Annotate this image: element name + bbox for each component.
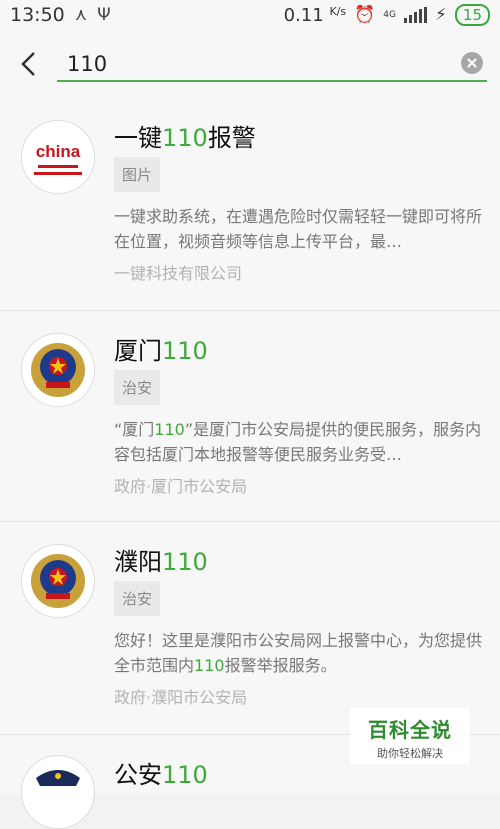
result-title: 一键110报警 [114,118,256,153]
result-item[interactable]: china 一键110报警 图片 一键求助系统，在遭遇危险时仅需轻轻一键即可将所… [0,98,500,311]
network-type: 4G [383,9,396,20]
result-desc-highlight: 110 [194,656,225,675]
search-bar [0,32,500,98]
result-item[interactable]: 濮阳110 治安 您好！这里是濮阳市公安局网上报警中心，为您提供全市范围内110… [0,522,500,735]
result-title: 公安110 [114,755,208,790]
result-item[interactable]: 厦门110 治安 “厦门110”是厦门市公安局提供的便民服务，服务内容包括厦门本… [0,311,500,522]
result-title-prefix: 一键 [114,124,162,152]
police-officer-icon [24,758,92,826]
status-bar: 13:50 ⋏ Ψ 0.11 K/s ⏰ 4G ⚡ 15 [0,0,500,32]
result-desc-suffix: 报警举报服务。 [224,656,337,675]
clear-icon [467,58,477,68]
result-description: 一键求助系统，在遭遇危险时仅需轻轻一键即可将所在位置，视频音频等信息上传平台，最… [114,204,484,254]
result-source: 政府·厦门市公安局 [114,477,248,496]
alarm-icon: ⏰ [354,5,376,25]
result-desc-highlight: 110 [154,420,185,439]
result-title-prefix: 厦门 [114,337,162,365]
share-icon: ⋏ [74,5,88,25]
svg-text:china: china [36,142,81,161]
police-badge-icon [24,336,92,404]
result-desc-prefix: “厦门 [114,420,155,439]
result-title-highlight: 110 [162,761,208,789]
network-speed: 0.11 K/s [284,5,346,26]
back-button[interactable] [16,48,44,80]
search-input[interactable] [57,48,487,82]
result-title-prefix: 公安 [114,761,162,789]
clear-search-button[interactable] [461,52,483,74]
chevron-left-icon [21,52,35,76]
result-desc-prefix: 一键求助系统，在遭遇危险时仅需轻轻一键即可将所在位置，视频音频等信息上传平台，最… [114,207,483,251]
signal-icon [403,7,427,23]
avatar: china [21,120,95,194]
status-right: 0.11 K/s ⏰ 4G ⚡ 15 [284,4,490,26]
result-description: 您好！这里是濮阳市公安局网上报警中心，为您提供全市范围内110报警举报服务。 [114,628,484,678]
result-source: 政府·濮阳市公安局 [114,688,248,707]
china-logo-icon: china [22,121,94,193]
result-title-prefix: 濮阳 [114,548,162,576]
watermark-logo: 百科全说 助你轻松解决 [350,708,470,764]
category-tag: 治安 [114,581,161,616]
battery-indicator: 15 [454,4,490,26]
status-time: 13:50 [10,4,65,26]
usb-icon: Ψ [97,5,111,25]
result-title-suffix: 报警 [207,124,256,152]
avatar [21,544,95,618]
avatar [21,755,95,829]
results-list: china 一键110报警 图片 一键求助系统，在遭遇危险时仅需轻轻一键即可将所… [0,98,500,829]
watermark-title: 百科全说 [368,718,452,742]
category-tag: 图片 [114,157,161,192]
charging-icon: ⚡ [434,5,447,25]
watermark-subtitle: 助你轻松解决 [377,747,443,760]
category-tag: 治安 [114,370,161,405]
result-description: “厦门110”是厦门市公安局提供的便民服务，服务内容包括厦门本地报警等便民服务业… [114,417,484,467]
result-title: 厦门110 [114,331,208,366]
network-speed-unit: K/s [329,4,347,18]
result-title-highlight: 110 [162,337,208,365]
result-source: 一键科技有限公司 [114,264,243,283]
network-speed-value: 0.11 [283,4,324,26]
result-title: 濮阳110 [114,542,208,577]
result-title-highlight: 110 [162,548,208,576]
police-badge-icon [24,547,92,615]
result-title-highlight: 110 [162,124,208,152]
avatar [21,333,95,407]
status-left: 13:50 ⋏ Ψ [10,4,111,26]
